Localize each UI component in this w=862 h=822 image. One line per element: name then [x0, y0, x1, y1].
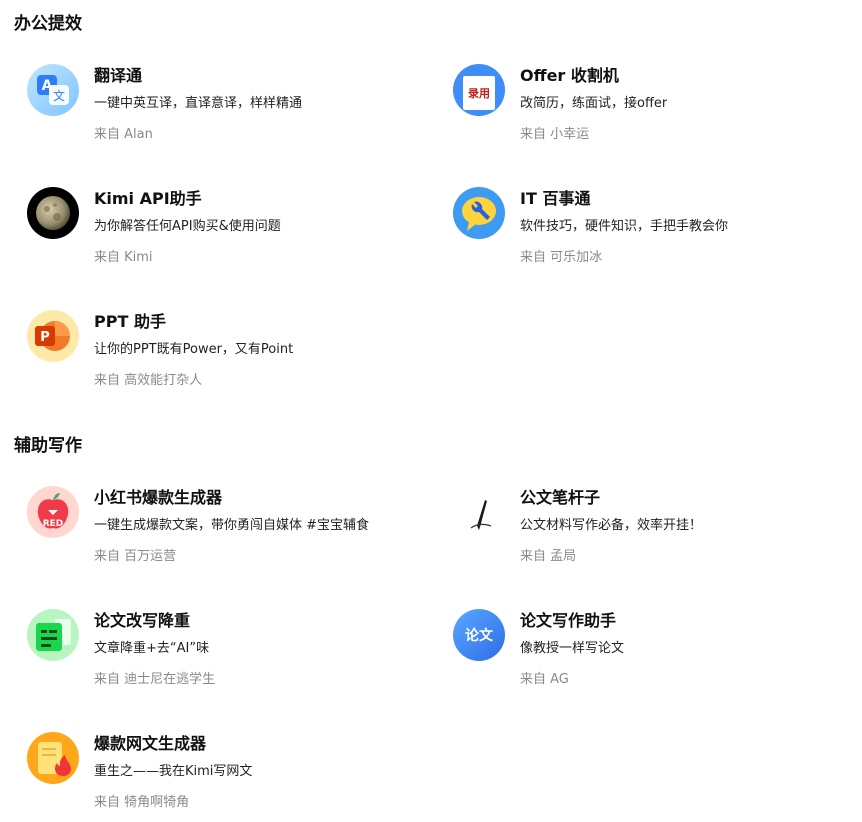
svg-text:录用: 录用 [468, 87, 490, 100]
bot-author: 来自 百万运营 [94, 549, 177, 564]
bot-name: 论文改写降重 [94, 611, 191, 630]
moon-icon [27, 187, 79, 239]
bot-author: 来自 Kimi [94, 250, 153, 265]
wrench-chat-icon [453, 187, 505, 239]
bot-description: 一键生成爆款文案，带你勇闯自媒体 #宝宝辅食 [94, 518, 370, 533]
bot-description: 文章降重+去“AI”味 [94, 641, 210, 656]
svg-text:RED: RED [43, 519, 64, 529]
bot-name: 爆款网文生成器 [94, 734, 207, 753]
bot-description: 像教授一样写论文 [520, 641, 625, 656]
bot-card-ppt[interactable]: P PPT 助手 让你的PPT既有Power，又有Point 来自 高效能打杂人 [15, 310, 415, 400]
powerpoint-icon: P [27, 310, 79, 362]
translate-icon: A 文 [27, 64, 79, 116]
bot-card-it[interactable]: IT 百事通 软件技巧，硬件知识，手把手教会你 来自 可乐加冰 [441, 187, 841, 277]
bot-author: 来自 孟局 [520, 549, 577, 564]
bot-card-paper-writing[interactable]: 论文 论文写作助手 像教授一样写论文 来自 AG [441, 609, 841, 699]
bot-description: 让你的PPT既有Power，又有Point [94, 342, 294, 357]
bot-card-paper-rewrite[interactable]: 论文改写降重 文章降重+去“AI”味 来自 迪士尼在逃学生 [15, 609, 415, 699]
bot-name: Offer 收割机 [520, 66, 619, 85]
fountain-pen-icon [453, 486, 505, 538]
bot-author: 来自 迪士尼在逃学生 [94, 672, 216, 687]
bot-card-offer[interactable]: 录用 Offer 收割机 改简历，练面试，接offer 来自 小幸运 [441, 64, 841, 154]
svg-text:文: 文 [53, 88, 65, 103]
bot-card-xiaohongshu[interactable]: RED 小红书爆款生成器 一键生成爆款文案，带你勇闯自媒体 #宝宝辅食 来自 百… [15, 486, 415, 576]
bot-name: IT 百事通 [520, 189, 591, 208]
bot-card-translate[interactable]: A 文 翻译通 一键中英互译，直译意译，样样精通 来自 Alan [15, 64, 415, 154]
bot-author: 来自 犄角啊犄角 [94, 795, 190, 810]
bot-description: 公文材料写作必备，效率开挂！ [520, 518, 703, 533]
bot-name: Kimi API助手 [94, 189, 202, 208]
bot-description: 软件技巧，硬件知识，手把手教会你 [520, 219, 729, 234]
bot-author: 来自 小幸运 [520, 127, 590, 142]
bot-card-gongwen[interactable]: 公文笔杆子 公文材料写作必备，效率开挂！ 来自 孟局 [441, 486, 841, 576]
bot-author: 来自 高效能打杂人 [94, 373, 203, 388]
bot-name: 论文写作助手 [520, 611, 617, 630]
flame-document-icon [27, 732, 79, 784]
bot-name: 小红书爆款生成器 [94, 488, 223, 507]
bot-description: 重生之——我在Kimi写网文 [94, 764, 253, 779]
bot-name: 公文笔杆子 [520, 488, 601, 507]
paper-writing-icon: 论文 [453, 609, 505, 661]
svg-text:论文: 论文 [465, 627, 494, 644]
document-rewrite-icon [27, 609, 79, 661]
bot-author: 来自 Alan [94, 127, 153, 142]
svg-text:P: P [40, 330, 50, 345]
section-title-office: 办公提效 [14, 14, 82, 34]
bot-name: PPT 助手 [94, 312, 166, 331]
bot-description: 一键中英互译，直译意译，样样精通 [94, 96, 303, 111]
bot-card-web-novel[interactable]: 爆款网文生成器 重生之——我在Kimi写网文 来自 犄角啊犄角 [15, 732, 415, 822]
bot-description: 为你解答任何API购买&使用问题 [94, 219, 281, 234]
bot-card-kimi-api[interactable]: Kimi API助手 为你解答任何API购买&使用问题 来自 Kimi [15, 187, 415, 277]
bot-author: 来自 AG [520, 672, 569, 687]
bot-author: 来自 可乐加冰 [520, 250, 603, 265]
bot-description: 改简历，练面试，接offer [520, 96, 668, 111]
offer-stamp-icon: 录用 [453, 64, 505, 116]
section-title-writing: 辅助写作 [14, 436, 82, 456]
bot-name: 翻译通 [94, 66, 143, 85]
red-apple-icon: RED [27, 486, 79, 538]
